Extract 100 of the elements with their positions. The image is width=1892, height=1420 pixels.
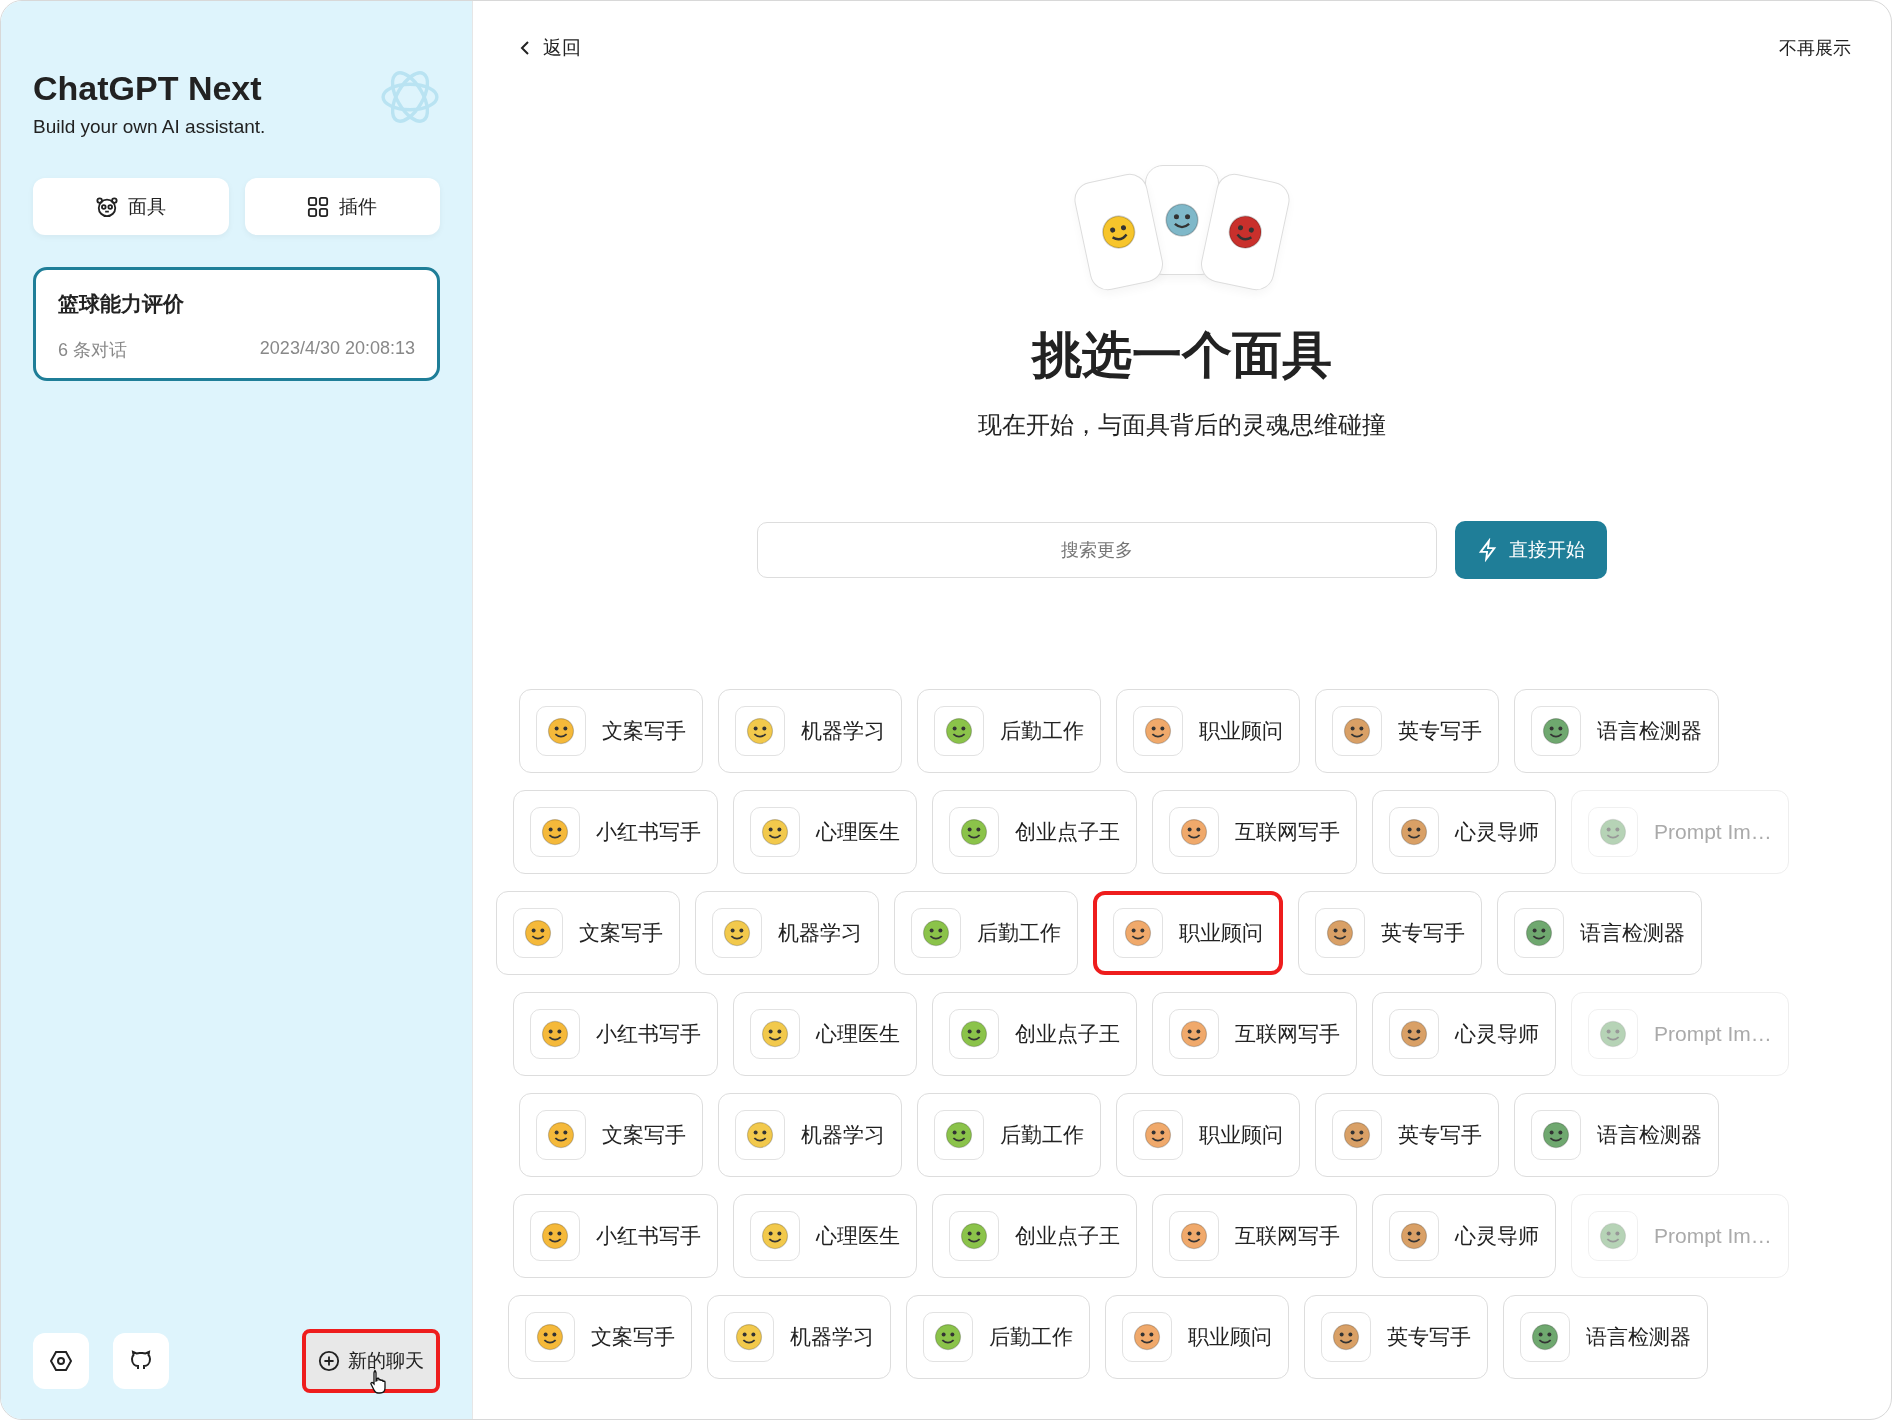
mask-card[interactable]: 文案写手 — [496, 891, 680, 975]
app-subtitle: Build your own AI assistant. — [33, 116, 266, 138]
masks-button[interactable]: 面具 — [33, 178, 229, 235]
face-icon — [959, 817, 989, 847]
face-icon — [535, 1322, 565, 1352]
face-icon — [540, 1019, 570, 1049]
face-icon — [760, 1221, 790, 1251]
face-icon — [1541, 1120, 1571, 1150]
face-icon — [540, 817, 570, 847]
start-button[interactable]: 直接开始 — [1455, 521, 1607, 579]
face-icon — [1123, 918, 1153, 948]
face-icon — [1598, 1221, 1628, 1251]
dismiss-button[interactable]: 不再展示 — [1773, 35, 1857, 61]
face-icon — [745, 1120, 775, 1150]
face-icon — [1541, 716, 1571, 746]
github-button[interactable] — [113, 1333, 169, 1389]
plus-circle-icon — [318, 1350, 340, 1372]
face-icon — [546, 716, 576, 746]
face-icon — [1342, 1120, 1372, 1150]
mask-card[interactable]: 心理医生 — [733, 992, 917, 1076]
mask-card[interactable]: 创业点子王 — [932, 790, 1137, 874]
mask-card[interactable]: 机器学习 — [707, 1295, 891, 1379]
face-icon — [1179, 1221, 1209, 1251]
new-chat-button[interactable]: 新的聊天 — [302, 1329, 440, 1393]
face-icon — [933, 1322, 963, 1352]
mask-card[interactable]: 语言检测器 — [1503, 1295, 1708, 1379]
mask-card[interactable]: 后勤工作 — [917, 689, 1101, 773]
mask-card[interactable]: 职业顾问 — [1093, 891, 1283, 975]
search-field[interactable]: 搜索更多 — [757, 522, 1437, 578]
face-icon — [1598, 817, 1628, 847]
mask-card[interactable]: 心灵导师 — [1372, 1194, 1556, 1278]
face-icon — [734, 1322, 764, 1352]
face-icon — [540, 1221, 570, 1251]
mask-card[interactable]: 小红书写手 — [513, 992, 718, 1076]
mask-card[interactable]: 文案写手 — [508, 1295, 692, 1379]
mask-card[interactable]: 创业点子王 — [932, 992, 1137, 1076]
mask-card[interactable]: 互联网写手 — [1152, 790, 1357, 874]
mask-card[interactable]: 后勤工作 — [917, 1093, 1101, 1177]
face-icon — [1399, 1221, 1429, 1251]
mask-card[interactable]: 文案写手 — [519, 689, 703, 773]
mask-card[interactable]: 机器学习 — [718, 1093, 902, 1177]
settings-icon — [49, 1349, 73, 1373]
mask-card[interactable]: 心灵导师 — [1372, 790, 1556, 874]
face-icon — [1399, 817, 1429, 847]
mask-card[interactable]: 英专写手 — [1315, 1093, 1499, 1177]
lightning-icon — [1477, 538, 1499, 562]
face-icon — [760, 817, 790, 847]
face-icon — [1143, 1120, 1173, 1150]
mask-card[interactable]: 创业点子王 — [932, 1194, 1137, 1278]
mask-card[interactable]: 互联网写手 — [1152, 992, 1357, 1076]
grid-icon — [307, 195, 330, 218]
mask-card[interactable]: 职业顾问 — [1105, 1295, 1289, 1379]
mask-card[interactable]: 职业顾问 — [1116, 1093, 1300, 1177]
face-icon — [546, 1120, 576, 1150]
page-title: 挑选一个面具 — [1032, 326, 1332, 385]
mask-card[interactable]: 英专写手 — [1304, 1295, 1488, 1379]
face-icon — [1132, 1322, 1162, 1352]
face-icon — [1143, 716, 1173, 746]
settings-button[interactable] — [33, 1333, 89, 1389]
back-button[interactable]: 返回 — [511, 31, 589, 65]
message-count: 6 条对话 — [58, 339, 127, 362]
face-icon — [1179, 1019, 1209, 1049]
mask-card[interactable]: 语言检测器 — [1514, 689, 1719, 773]
app-title: ChatGPT Next — [33, 69, 263, 108]
face-icon — [1331, 1322, 1361, 1352]
plugins-button[interactable]: 插件 — [244, 178, 440, 235]
chat-item[interactable]: 篮球能力评价 6 条对话 2023/4/30 20:08:13 — [33, 267, 440, 381]
mask-card[interactable]: 文案写手 — [519, 1093, 703, 1177]
face-icon — [722, 918, 752, 948]
mask-card[interactable]: 英专写手 — [1315, 689, 1499, 773]
mask-card[interactable]: 机器学习 — [718, 689, 902, 773]
mask-card[interactable]: 心理医生 — [733, 790, 917, 874]
page-subtitle: 现在开始，与面具背后的灵魂思维碰撞 — [978, 410, 1386, 440]
mask-card[interactable]: 职业顾问 — [1116, 689, 1300, 773]
face-icon — [959, 1019, 989, 1049]
face-icon — [1524, 918, 1554, 948]
face-icon — [1163, 201, 1201, 239]
face-icon — [944, 716, 974, 746]
mask-card[interactable]: 心灵导师 — [1372, 992, 1556, 1076]
mask-card[interactable]: 语言检测器 — [1497, 891, 1702, 975]
mask-card[interactable]: 心理医生 — [733, 1194, 917, 1278]
mask-card[interactable]: 小红书写手 — [513, 1194, 718, 1278]
mask-card[interactable]: 后勤工作 — [894, 891, 1078, 975]
face-icon — [921, 918, 951, 948]
face-icon — [1598, 1019, 1628, 1049]
mask-card[interactable]: 互联网写手 — [1152, 1194, 1357, 1278]
chat-time: 2023/4/30 20:08:13 — [259, 338, 415, 360]
face-icon — [1342, 716, 1372, 746]
panda-face-icon — [95, 195, 118, 218]
mask-card[interactable]: 机器学习 — [695, 891, 879, 975]
face-icon — [745, 716, 775, 746]
face-icon — [760, 1019, 790, 1049]
mask-card[interactable]: 英专写手 — [1298, 891, 1482, 975]
mask-card[interactable]: 小红书写手 — [513, 790, 718, 874]
mask-card[interactable]: 后勤工作 — [906, 1295, 1090, 1379]
mask-card[interactable]: 语言检测器 — [1514, 1093, 1719, 1177]
chat-title: 篮球能力评价 — [58, 291, 185, 317]
face-icon — [523, 918, 553, 948]
face-icon — [1179, 817, 1209, 847]
chevron-left-icon — [519, 40, 531, 56]
